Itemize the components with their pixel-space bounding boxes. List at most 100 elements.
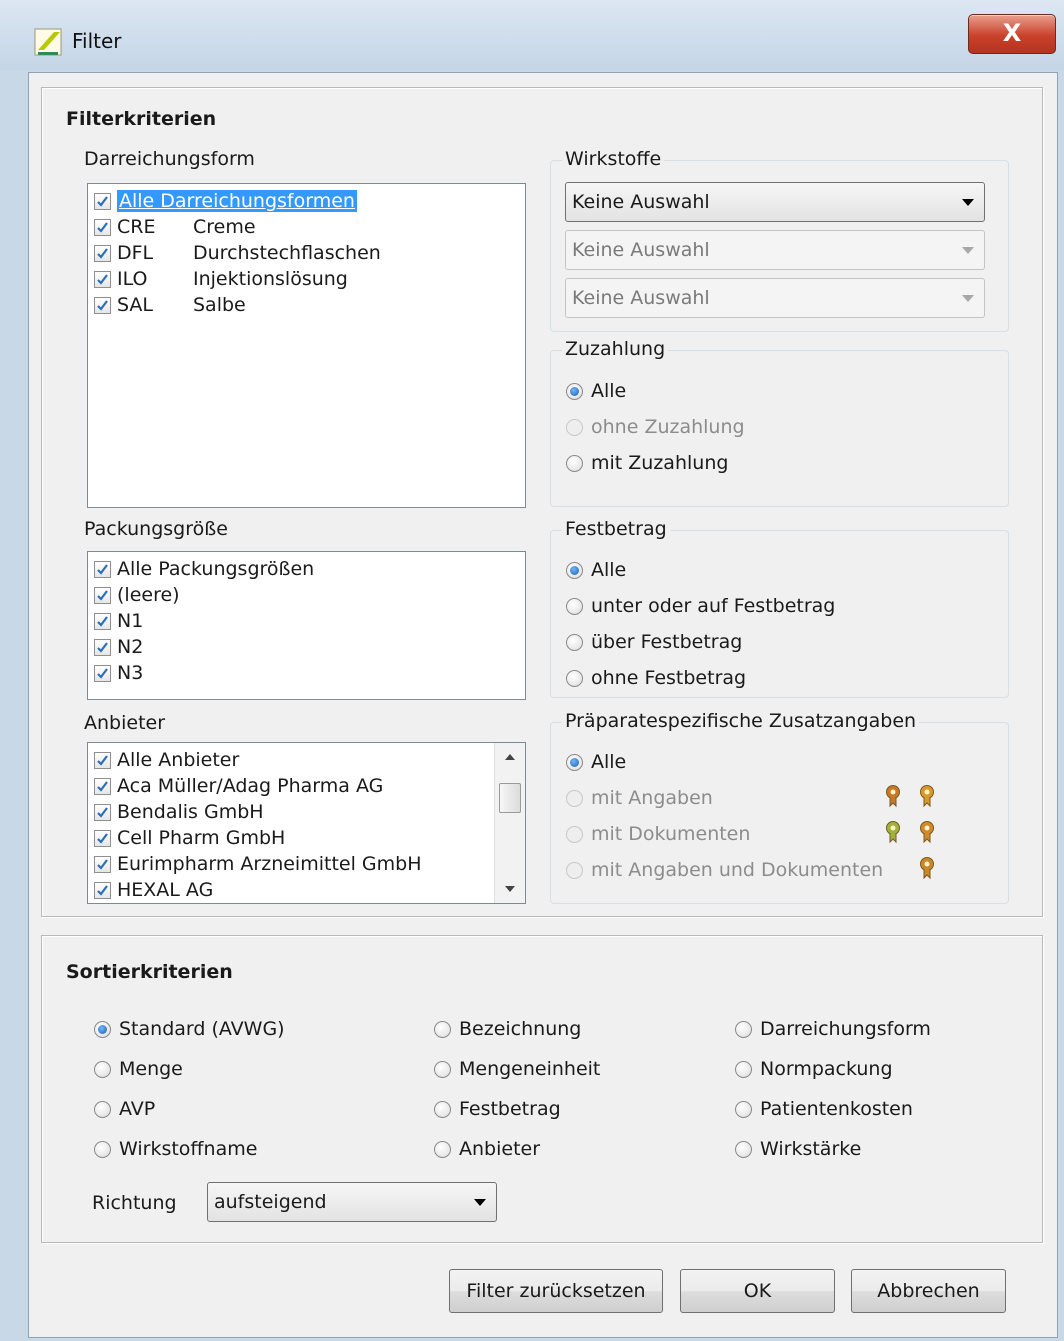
radio-button[interactable] <box>735 1100 752 1118</box>
zuzahlung-option[interactable]: mit Zuzahlung <box>566 452 728 474</box>
list-item[interactable]: Bendalis GmbH <box>94 799 264 825</box>
list-item[interactable]: CRE Creme <box>94 214 256 240</box>
anbieter-scrollbar[interactable] <box>494 743 525 903</box>
radio-button[interactable] <box>566 454 583 472</box>
checkbox[interactable] <box>94 751 111 769</box>
checkbox[interactable] <box>94 296 111 314</box>
sort-option[interactable]: Wirkstärke <box>735 1138 861 1160</box>
zuzahlung-option[interactable]: ohne Zuzahlung <box>566 416 745 438</box>
festbetrag-option[interactable]: über Festbetrag <box>566 631 742 653</box>
list-item[interactable]: Aca Müller/Adag Pharma AG <box>94 773 383 799</box>
checkbox[interactable] <box>94 664 111 682</box>
festbetrag-option[interactable]: ohne Festbetrag <box>566 667 746 689</box>
radio-button[interactable] <box>94 1020 111 1038</box>
checkbox[interactable] <box>94 855 111 873</box>
radio-button[interactable] <box>566 633 583 651</box>
list-item[interactable]: DFL Durchstechflaschen <box>94 240 381 266</box>
dropdown-value: Keine Auswahl <box>572 191 710 213</box>
radio-button[interactable] <box>566 753 583 771</box>
scroll-thumb[interactable] <box>499 783 521 813</box>
wirkstoff-dropdown[interactable]: Keine Auswahl <box>565 182 985 222</box>
sort-option[interactable]: Festbetrag <box>434 1098 561 1120</box>
sort-option[interactable]: Anbieter <box>434 1138 540 1160</box>
sort-option[interactable]: Patientenkosten <box>735 1098 913 1120</box>
radio-button[interactable] <box>566 597 583 615</box>
radio-button[interactable] <box>94 1100 111 1118</box>
list-item[interactable]: ILO Injektionslösung <box>94 266 348 292</box>
radio-button[interactable] <box>735 1060 752 1078</box>
radio-button[interactable] <box>434 1140 451 1158</box>
radio-button[interactable] <box>735 1140 752 1158</box>
checkbox[interactable] <box>94 638 111 656</box>
checkbox[interactable] <box>94 829 111 847</box>
radio-button[interactable] <box>566 861 583 879</box>
sort-option[interactable]: Normpackung <box>735 1058 893 1080</box>
checkbox[interactable] <box>94 612 111 630</box>
radio-button[interactable] <box>434 1020 451 1038</box>
dropdown-value: Keine Auswahl <box>572 239 710 261</box>
checkbox[interactable] <box>94 803 111 821</box>
list-item[interactable]: N3 <box>94 660 143 686</box>
radio-button[interactable] <box>434 1100 451 1118</box>
option-label: Alle <box>591 380 627 402</box>
list-item[interactable]: N1 <box>94 608 143 634</box>
radio-button[interactable] <box>566 561 583 579</box>
radio-button[interactable] <box>566 418 583 436</box>
sort-option[interactable]: Menge <box>94 1058 183 1080</box>
zusatzangaben-option[interactable]: Alle <box>566 751 626 773</box>
sort-option[interactable]: Darreichungsform <box>735 1018 931 1040</box>
sort-option[interactable]: Standard (AVWG) <box>94 1018 285 1040</box>
sort-groupbox: Sortierkriterien Richtung aufsteigend St… <box>41 935 1043 1243</box>
list-item[interactable]: Alle Darreichungsformen <box>94 188 357 214</box>
checkbox[interactable] <box>94 270 111 288</box>
sort-option[interactable]: Mengeneinheit <box>434 1058 600 1080</box>
title-bar[interactable]: Filter X <box>0 0 1064 70</box>
anbieter-list[interactable]: Alle Anbieter Aca Müller/Adag Pharma AG Be… <box>87 742 526 904</box>
festbetrag-option[interactable]: unter oder auf Festbetrag <box>566 595 835 617</box>
zuzahlung-option[interactable]: Alle <box>566 380 626 402</box>
ok-button[interactable]: OK <box>680 1269 835 1313</box>
list-item[interactable]: N2 <box>94 634 143 660</box>
checkbox[interactable] <box>94 218 111 236</box>
option-label: Mengeneinheit <box>459 1058 601 1080</box>
list-item[interactable]: (leere) <box>94 582 180 608</box>
checkbox[interactable] <box>94 244 111 262</box>
list-item[interactable]: Cell Pharm GmbH <box>94 825 285 851</box>
sort-option[interactable]: AVP <box>94 1098 155 1120</box>
list-item[interactable]: HEXAL AG <box>94 877 213 903</box>
zusatzangaben-option[interactable]: mit Angaben und Dokumenten <box>566 859 883 881</box>
checkbox[interactable] <box>94 881 111 899</box>
scroll-down-button[interactable] <box>495 875 525 903</box>
checkbox[interactable] <box>94 192 111 210</box>
list-item[interactable]: Alle Packungsgrößen <box>94 556 314 582</box>
checkmark-icon <box>97 195 108 207</box>
radio-button[interactable] <box>735 1020 752 1038</box>
darreichungsform-list[interactable]: Alle Darreichungsformen CRE Creme DFL Durchs… <box>87 183 526 508</box>
list-item[interactable]: Eurimpharm Arzneimittel GmbH <box>94 851 421 877</box>
cancel-button[interactable]: Abbrechen <box>851 1269 1006 1313</box>
wirkstoff-dropdown[interactable]: Keine Auswahl <box>565 230 985 270</box>
festbetrag-option[interactable]: Alle <box>566 559 626 581</box>
zusatzangaben-option[interactable]: mit Dokumenten <box>566 823 750 845</box>
radio-button[interactable] <box>94 1060 111 1078</box>
checkbox[interactable] <box>94 560 111 578</box>
packungsgroesse-list[interactable]: Alle Packungsgrößen (leere) N1 N2 N3 <box>87 551 526 700</box>
zusatzangaben-option[interactable]: mit Angaben <box>566 787 713 809</box>
sort-option[interactable]: Wirkstoffname <box>94 1138 257 1160</box>
radio-button[interactable] <box>566 789 583 807</box>
wirkstoff-dropdown[interactable]: Keine Auswahl <box>565 278 985 318</box>
close-button[interactable]: X <box>968 14 1056 54</box>
direction-dropdown[interactable]: aufsteigend <box>207 1182 497 1222</box>
radio-button[interactable] <box>94 1140 111 1158</box>
list-item[interactable]: Alle Anbieter <box>94 747 239 773</box>
checkbox[interactable] <box>94 586 111 604</box>
radio-button[interactable] <box>434 1060 451 1078</box>
radio-button[interactable] <box>566 825 583 843</box>
radio-button[interactable] <box>566 669 583 687</box>
reset-filter-button[interactable]: Filter zurücksetzen <box>449 1269 663 1313</box>
checkbox[interactable] <box>94 777 111 795</box>
list-item[interactable]: SAL Salbe <box>94 292 246 318</box>
scroll-up-button[interactable] <box>495 743 525 771</box>
sort-option[interactable]: Bezeichnung <box>434 1018 581 1040</box>
radio-button[interactable] <box>566 382 583 400</box>
